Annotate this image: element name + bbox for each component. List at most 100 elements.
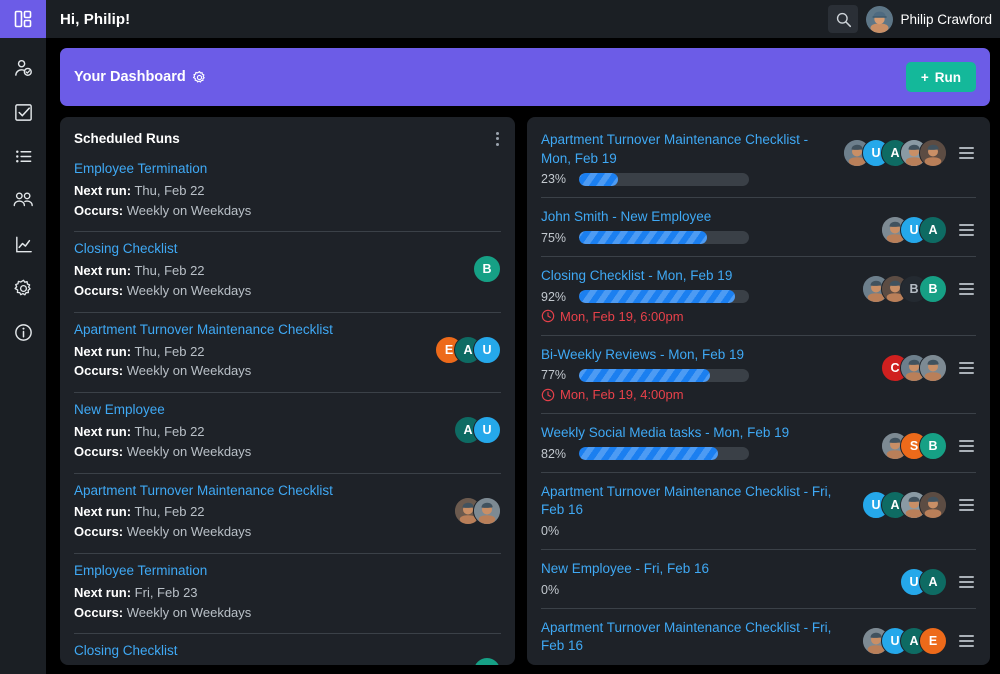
progress-bar: [579, 290, 749, 303]
scheduled-run-title[interactable]: Closing Checklist: [74, 643, 473, 660]
hamburger-menu-icon[interactable]: [957, 574, 976, 590]
scheduled-run-title[interactable]: New Employee: [74, 402, 454, 419]
hamburger-menu-icon[interactable]: [957, 145, 976, 161]
scheduled-run-info: New Employee Next run: Thu, Feb 22 Occurs:…: [74, 402, 454, 461]
sidebar-item-people[interactable]: [0, 178, 46, 222]
scheduled-run-title[interactable]: Employee Termination: [74, 161, 501, 178]
chart-icon: [15, 236, 32, 252]
avatar-initial: B: [919, 274, 947, 303]
sidebar-item-user-check[interactable]: [0, 46, 46, 90]
run-button[interactable]: + Run: [905, 62, 976, 92]
occurs-line: Occurs: Weekly on Weekdays: [74, 363, 252, 379]
progress-percent: 82%: [541, 446, 567, 461]
scheduled-runs-card: Scheduled Runs Employee Termination Next …: [60, 117, 515, 665]
active-run-info: Apartment Turnover Maintenance Checklist…: [541, 131, 835, 186]
sidebar-item-analytics[interactable]: [0, 222, 46, 266]
kebab-menu-icon[interactable]: [496, 131, 499, 146]
greeting-text: Hi, Philip!: [60, 10, 131, 28]
hamburger-menu-icon[interactable]: [957, 360, 976, 376]
avatar-initial: B: [919, 432, 947, 461]
sidebar-item-tasks[interactable]: [0, 90, 46, 134]
avatar-stack: SB: [881, 432, 947, 461]
active-run-row: Closing Checklist - Mon, Feb 19 92% Mon, F…: [541, 257, 976, 336]
app-logo[interactable]: [0, 0, 46, 38]
scheduled-run-row: Closing Checklist Next run: Thu, Feb 22 Oc…: [74, 232, 501, 313]
active-run-actions: UA: [862, 483, 976, 519]
scheduled-run-info: Closing ChecklistNext run: Fri, Feb 23Oc…: [74, 643, 473, 665]
plus-icon: +: [920, 69, 929, 85]
progress-percent: 75%: [541, 230, 567, 245]
hamburger-menu-icon[interactable]: [957, 222, 976, 238]
active-run-actions: BB: [862, 267, 976, 303]
hamburger-menu-icon[interactable]: [957, 497, 976, 513]
active-run-title[interactable]: Weekly Social Media tasks - Mon, Feb 19: [541, 424, 873, 443]
next-run-line: Next run: Fri, Feb 23: [74, 663, 473, 665]
active-run-title[interactable]: Closing Checklist - Mon, Feb 19: [541, 267, 854, 286]
avatar-stack: B: [473, 643, 501, 665]
progress-bar-fill: [579, 231, 707, 245]
avatar: [866, 5, 894, 33]
scheduled-run-row: Apartment Turnover Maintenance Checklist…: [74, 313, 501, 394]
occurs-line: Occurs: Weekly on Weekdays: [74, 524, 252, 540]
people-icon: [13, 192, 33, 207]
avatar-initial: B: [473, 657, 501, 665]
active-run-title[interactable]: New Employee - Fri, Feb 16: [541, 560, 892, 579]
avatar-initial: A: [919, 216, 947, 245]
overdue-text: Mon, Feb 19, 6:00pm: [560, 308, 684, 324]
avatar-stack: UA: [881, 216, 947, 245]
search-icon: [836, 12, 852, 27]
list-icon: [15, 149, 31, 163]
scheduled-run-info: Employee Termination Next run: Thu, Feb 2…: [74, 161, 501, 220]
progress-percent: 23%: [541, 172, 567, 187]
scheduled-run-title[interactable]: Apartment Turnover Maintenance Checklist: [74, 322, 435, 339]
avatar: [919, 353, 947, 382]
avatar-stack: [454, 483, 501, 525]
progress-bar-fill: [579, 290, 736, 303]
dashboard-grid-icon: [14, 10, 32, 28]
checkbox-icon: [14, 103, 32, 121]
avatar-initial: U: [473, 335, 501, 364]
active-run-info: Bi-Weekly Reviews - Mon, Feb 19 77% Mon, F…: [541, 346, 873, 403]
sidebar-item-info[interactable]: [0, 310, 46, 354]
dashboard-banner-title: Your Dashboard: [74, 69, 207, 85]
progress-line: 23%: [541, 172, 835, 186]
hamburger-menu-icon[interactable]: [957, 633, 976, 649]
hamburger-menu-icon[interactable]: [957, 281, 976, 297]
user-menu[interactable]: Philip Crawford: [866, 5, 992, 33]
next-run-line: Next run: Thu, Feb 22: [74, 424, 205, 439]
avatar-stack: B: [473, 241, 501, 284]
progress-line: 92%: [541, 290, 854, 304]
next-run-line: Next run: Thu, Feb 22: [74, 263, 205, 279]
progress-line: 77%: [541, 368, 873, 382]
active-run-title[interactable]: Apartment Turnover Maintenance Checklist…: [541, 483, 854, 520]
active-run-row: John Smith - New Employee 75% U A: [541, 198, 976, 257]
scheduled-run-row: Employee Termination Next run: Thu, Feb 2…: [74, 152, 501, 233]
avatar-stack: AU: [454, 402, 501, 445]
active-run-title[interactable]: Apartment Turnover Maintenance Checklist…: [541, 619, 854, 656]
progress-bar-fill: [579, 447, 719, 461]
next-run-line: Next run: Fri, Feb 23: [74, 584, 198, 600]
topbar: Hi, Philip! Philip Crawford: [46, 0, 1000, 38]
scheduled-run-title[interactable]: Employee Termination: [74, 563, 501, 580]
active-run-title[interactable]: Bi-Weekly Reviews - Mon, Feb 19: [541, 346, 873, 365]
topbar-actions: Philip Crawford: [828, 5, 992, 33]
gear-icon[interactable]: [192, 70, 207, 85]
clock-icon: [541, 388, 555, 401]
scheduled-run-info: Closing Checklist Next run: Thu, Feb 22 Oc…: [74, 241, 473, 300]
active-run-title[interactable]: Apartment Turnover Maintenance Checklist…: [541, 131, 835, 168]
avatar-initial: A: [919, 568, 947, 596]
active-run-title[interactable]: John Smith - New Employee: [541, 208, 873, 227]
scheduled-run-title[interactable]: Closing Checklist: [74, 241, 473, 258]
scheduled-run-row: New Employee Next run: Thu, Feb 22 Occurs:…: [74, 393, 501, 474]
search-button[interactable]: [828, 5, 859, 33]
hamburger-menu-icon[interactable]: [957, 438, 976, 454]
scheduled-run-row: Closing ChecklistNext run: Fri, Feb 23Oc…: [74, 634, 501, 665]
sidebar-item-list[interactable]: [0, 134, 46, 178]
scheduled-run-title[interactable]: Apartment Turnover Maintenance Checklist: [74, 483, 454, 500]
active-run-actions: UA: [881, 208, 976, 245]
sidebar-item-settings[interactable]: [0, 266, 46, 310]
overdue-text: Mon, Feb 19, 4:00pm: [560, 387, 684, 403]
avatar-initial: E: [919, 626, 947, 655]
progress-line: 82%: [541, 447, 873, 461]
page-title: Scheduled Runs: [74, 131, 180, 146]
